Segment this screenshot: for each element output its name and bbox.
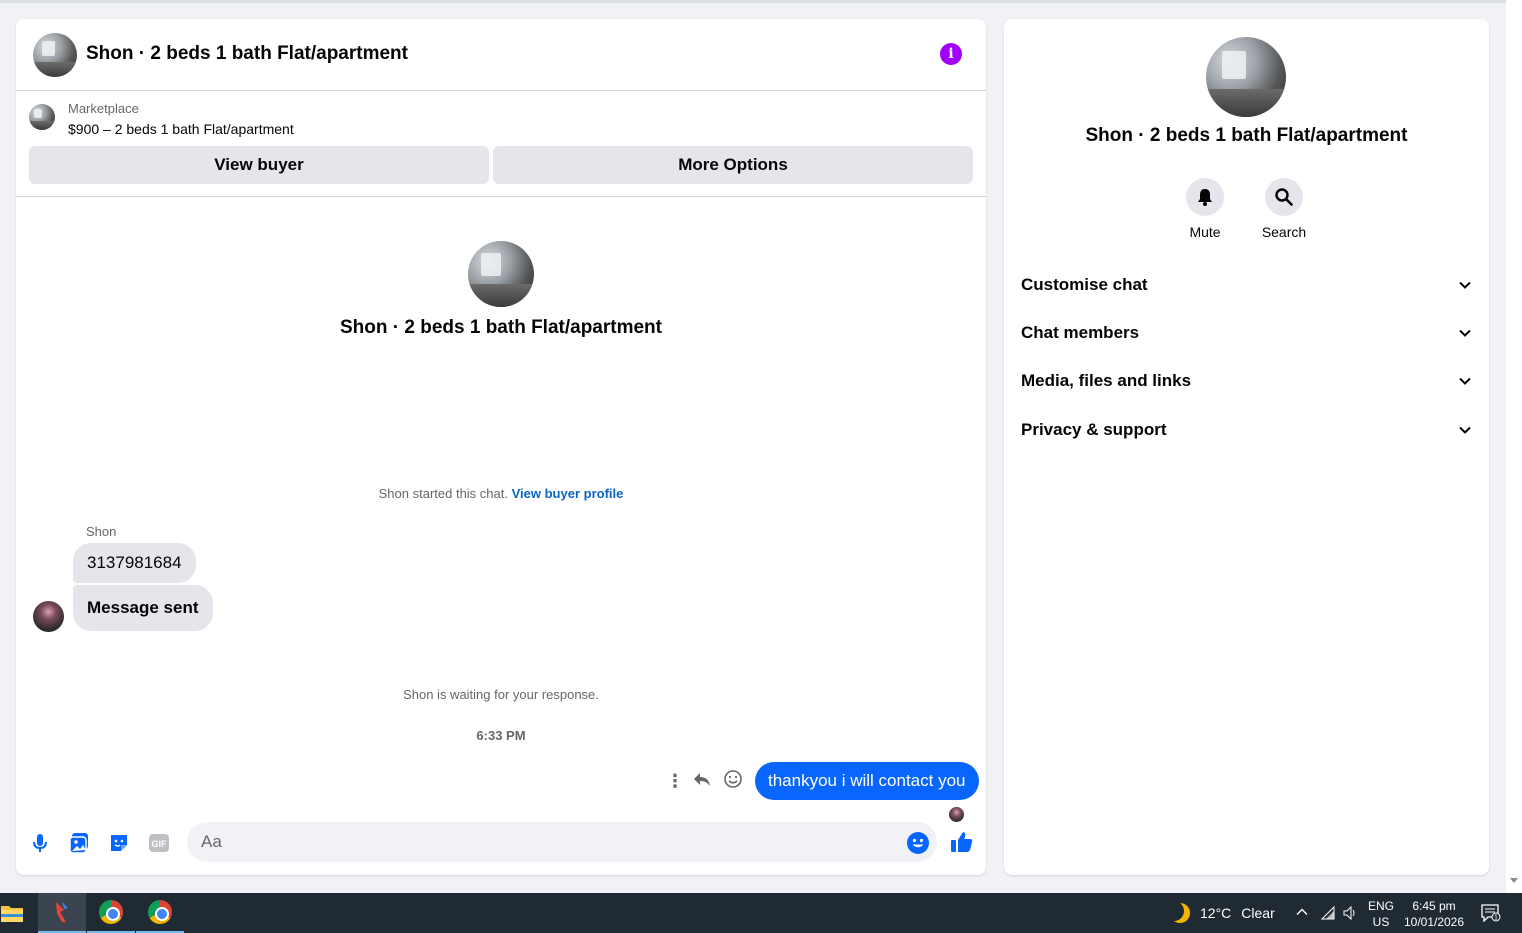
scroll-down-arrow-icon[interactable] [1510, 878, 1518, 883]
sender-name: Shon [86, 524, 117, 539]
chrome-window-button[interactable] [87, 893, 135, 933]
like-icon[interactable] [949, 829, 975, 855]
taskbar-app-active[interactable] [38, 893, 86, 933]
more-dots-icon[interactable]: ⋮ [666, 769, 684, 793]
notification-count: 1 [1494, 915, 1498, 922]
message-input[interactable] [187, 822, 937, 862]
chevron-down-icon [1459, 329, 1471, 337]
mic-icon[interactable] [28, 831, 52, 855]
privacy-support-section[interactable]: Privacy & support [1021, 415, 1472, 445]
chat-header: Shon · 2 beds 1 bath Flat/apartment i [16, 19, 986, 91]
chat-title[interactable]: Shon · 2 beds 1 bath Flat/apartment [86, 43, 408, 65]
chrome-icon [148, 900, 172, 924]
message-timestamp: 6:33 PM [476, 728, 526, 743]
view-buyer-profile-link[interactable]: View buyer profile [512, 486, 624, 501]
search-icon [1265, 178, 1303, 216]
section-label: Customise chat [1021, 275, 1148, 294]
photo-icon[interactable] [67, 831, 91, 855]
file-explorer-button[interactable] [0, 893, 36, 933]
details-avatar[interactable] [1206, 37, 1286, 117]
page-scrollbar[interactable] [1506, 0, 1522, 893]
intro-avatar [468, 241, 534, 307]
weather-condition: Clear [1241, 905, 1275, 921]
chat-avatar[interactable] [33, 33, 77, 77]
moon-icon [1170, 903, 1190, 923]
chrome-icon [99, 900, 123, 924]
listing-thumbnail[interactable] [29, 104, 55, 130]
region-code: US [1372, 915, 1390, 929]
chevron-down-icon [1459, 281, 1471, 289]
reply-icon[interactable] [692, 769, 714, 793]
message-bubble-outgoing[interactable]: thankyou i will contact you [755, 762, 979, 800]
chrome-window-button[interactable] [136, 893, 184, 933]
bell-icon [1186, 178, 1224, 216]
folder-icon [1, 906, 23, 922]
listing-title[interactable]: $900 – 2 beds 1 bath Flat/apartment [68, 121, 294, 137]
network-icon[interactable] [1320, 905, 1336, 926]
volume-icon[interactable] [1342, 905, 1358, 926]
customise-chat-section[interactable]: Customise chat [1021, 270, 1472, 300]
message-bubble-incoming[interactable]: 3137981684 [73, 543, 196, 583]
tray-chevron-up-icon[interactable] [1295, 905, 1309, 922]
sender-avatar[interactable] [33, 601, 64, 632]
mute-label: Mute [1189, 224, 1221, 240]
react-icon[interactable] [723, 769, 745, 793]
more-options-button[interactable]: More Options [493, 146, 973, 184]
chat-panel: Shon · 2 beds 1 bath Flat/apartment i Ma… [16, 19, 986, 875]
section-label: Media, files and links [1021, 371, 1192, 390]
message-bubble-incoming[interactable]: Message sent [73, 585, 213, 631]
seen-indicator-avatar [949, 807, 964, 822]
weather-temp: 12°C [1200, 905, 1232, 921]
chat-started-text: Shon started this chat. [378, 486, 508, 501]
sticker-icon[interactable] [107, 831, 131, 855]
mute-button[interactable]: Mute [1175, 178, 1235, 240]
details-title: Shon · 2 beds 1 bath Flat/apartment [1085, 125, 1408, 146]
chevron-down-icon [1459, 377, 1471, 385]
media-files-links-section[interactable]: Media, files and links [1021, 366, 1472, 396]
chat-started-notice: Shon started this chat. View buyer profi… [16, 486, 986, 501]
listing-banner: Marketplace $900 – 2 beds 1 bath Flat/ap… [16, 91, 986, 197]
top-border [0, 0, 1506, 3]
windows-taskbar: 12°C Clear ENG US 6:45 pm 10/01/2026 1 [0, 893, 1522, 933]
intro-title: Shon · 2 beds 1 bath Flat/apartment [340, 317, 662, 338]
listing-source: Marketplace [68, 101, 139, 116]
clock-time: 6:45 pm [1412, 899, 1456, 913]
svg-text:GIF: GIF [152, 839, 168, 849]
emoji-icon[interactable] [906, 831, 930, 855]
search-label: Search [1261, 224, 1307, 240]
info-icon[interactable]: i [940, 43, 962, 65]
section-label: Privacy & support [1021, 420, 1167, 439]
view-buyer-button[interactable]: View buyer [29, 146, 489, 184]
chat-members-section[interactable]: Chat members [1021, 318, 1472, 348]
weather-widget[interactable]: 12°C Clear [1170, 903, 1275, 923]
app-icon [56, 902, 68, 922]
waiting-notice: Shon is waiting for your response. [403, 687, 599, 702]
search-button[interactable]: Search [1254, 178, 1314, 240]
clock-date: 10/01/2026 [1403, 915, 1465, 929]
system-clock[interactable]: 6:45 pm 10/01/2026 [1400, 898, 1468, 930]
notification-center-icon[interactable]: 1 [1481, 904, 1501, 927]
chevron-down-icon [1459, 426, 1471, 434]
gif-icon[interactable]: GIF [147, 831, 171, 855]
input-language-indicator[interactable]: ENG US [1366, 898, 1396, 930]
language-code: ENG [1367, 899, 1394, 913]
details-panel: Shon · 2 beds 1 bath Flat/apartment Mute… [1004, 19, 1489, 875]
section-label: Chat members [1021, 323, 1140, 342]
